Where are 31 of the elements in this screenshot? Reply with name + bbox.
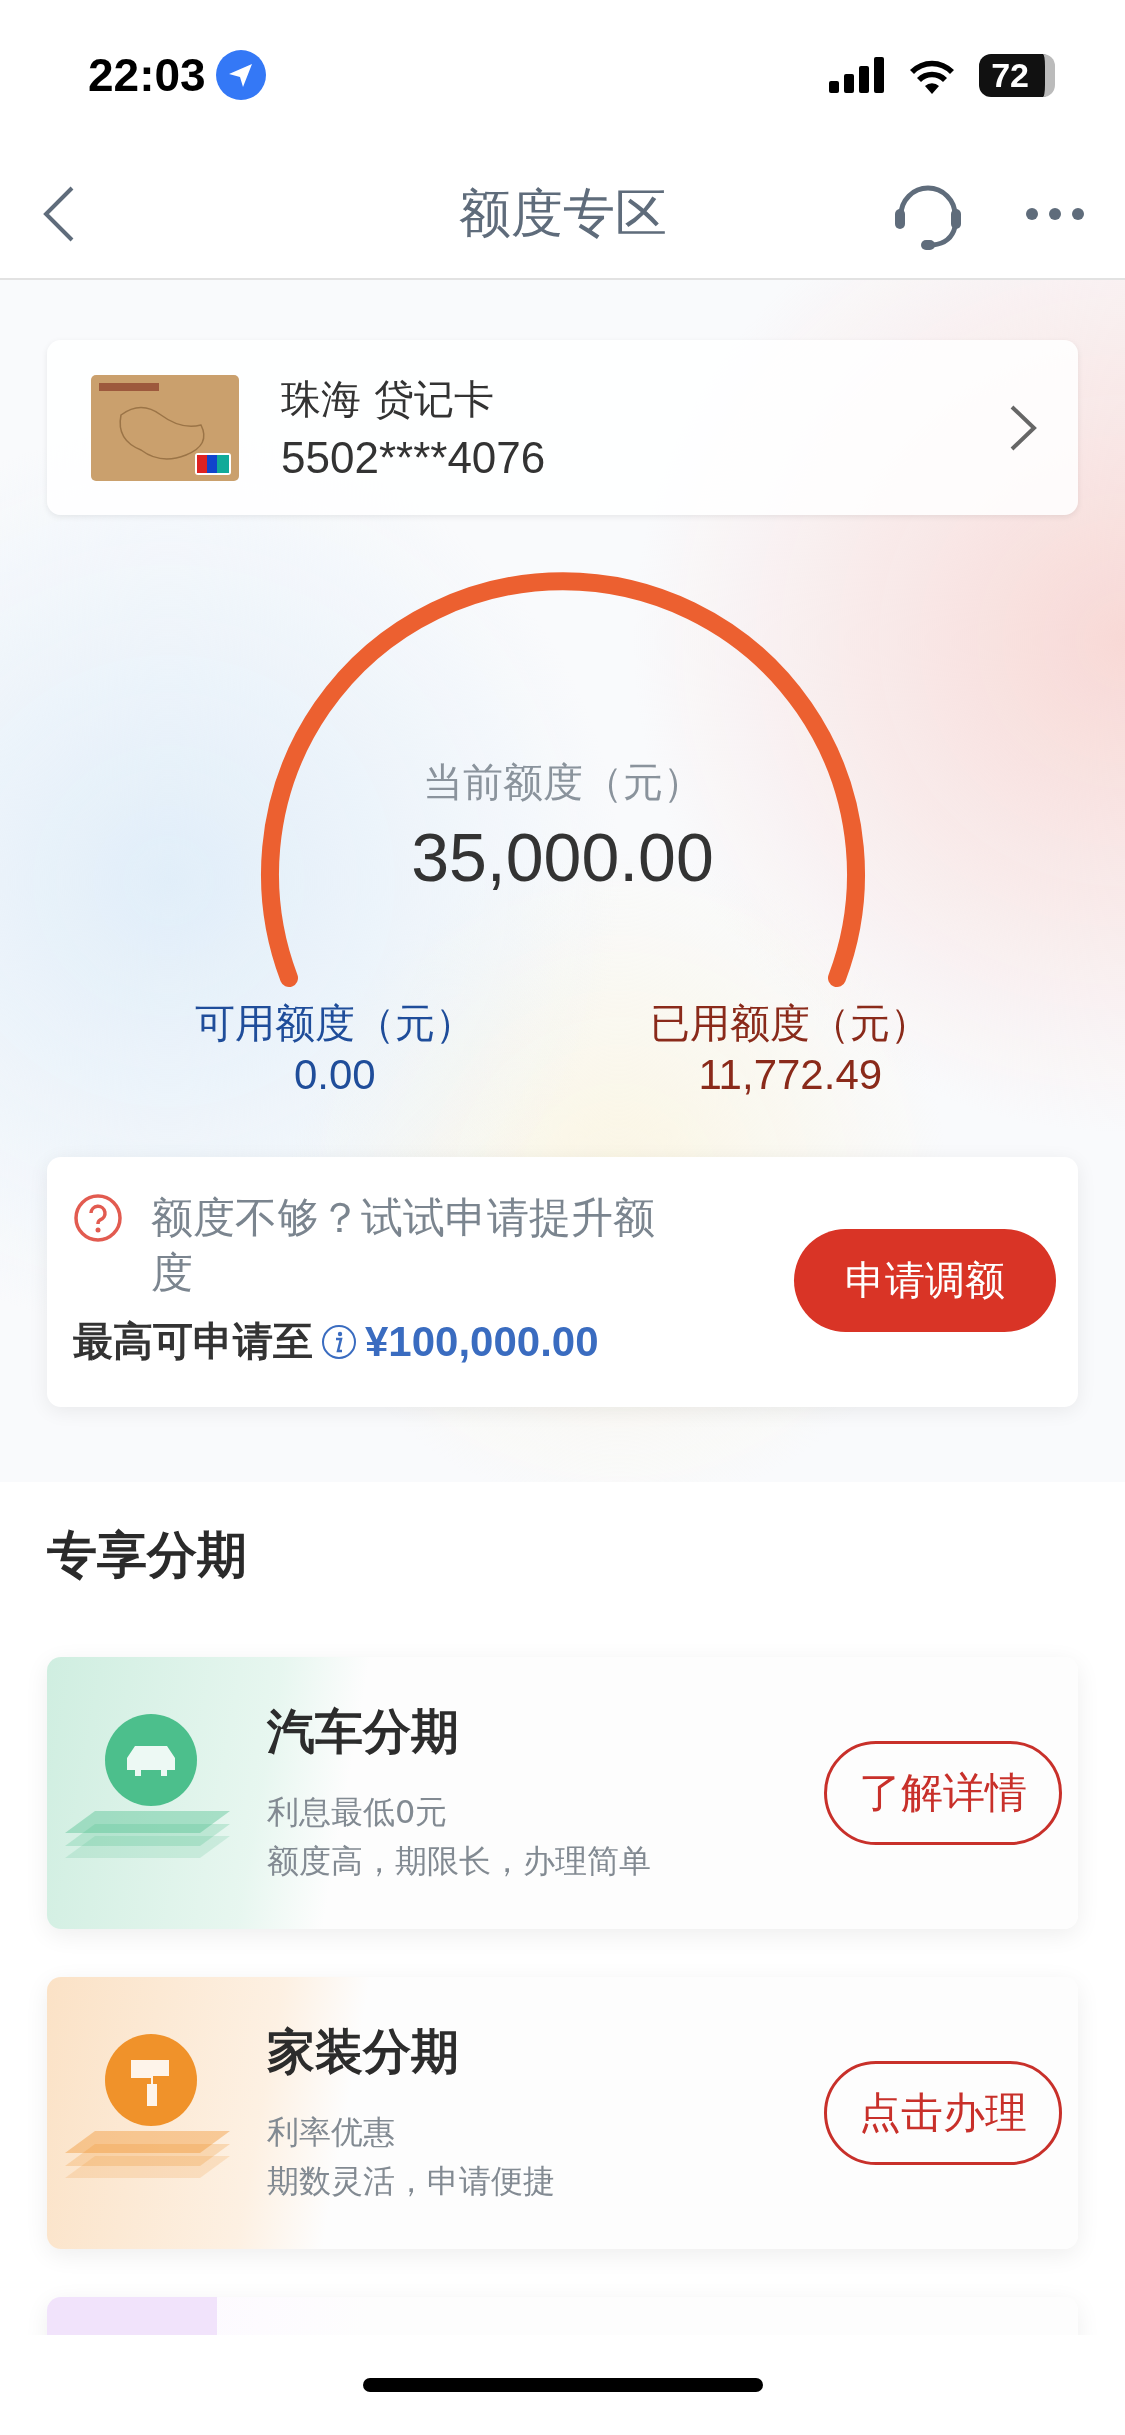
installment-title: 家装分期 bbox=[267, 2021, 460, 2081]
balance-label: 可用额度（元） bbox=[194, 999, 475, 1048]
signal-icon bbox=[829, 57, 886, 93]
card-number: 5502****4076 bbox=[281, 433, 547, 483]
page-title: 额度专区 bbox=[457, 182, 668, 245]
installment-desc: 利息最低0元 bbox=[267, 1791, 449, 1833]
limit-value: 35,000.00 bbox=[411, 818, 714, 896]
max-limit-value: ¥100,000.00 bbox=[365, 1317, 599, 1366]
installment-button[interactable]: 了解详情 bbox=[824, 1741, 1062, 1846]
limit-label: 当前额度（元） bbox=[422, 758, 703, 807]
status-time: 22:03 bbox=[88, 48, 206, 102]
installment-title: 汽车分期 bbox=[267, 1701, 460, 1761]
battery-level: 72 bbox=[979, 53, 1055, 97]
balance-value: 0.00 bbox=[293, 1051, 376, 1099]
apply-button[interactable]: 申请调额 bbox=[794, 1228, 1056, 1332]
info-icon[interactable] bbox=[321, 1323, 357, 1360]
more-icon[interactable] bbox=[1025, 207, 1085, 221]
balance-value: 11,772.49 bbox=[698, 1051, 883, 1099]
max-limit-label: 最高可申请至 bbox=[73, 1317, 313, 1367]
card-name: 珠海 贷记卡 bbox=[281, 375, 495, 424]
installment-button[interactable]: 点击办理 bbox=[824, 2061, 1062, 2166]
hint-text: 额度不够？试试申请提升额度 bbox=[151, 1192, 656, 1299]
section-title: 专享分期 bbox=[47, 1525, 248, 1587]
balance-label: 已用额度（元） bbox=[650, 999, 931, 1048]
bank-card-row[interactable]: 珠海 贷记卡 5502****4076 bbox=[47, 340, 1078, 515]
installment-desc: 利率优惠 bbox=[267, 2111, 396, 2153]
question-icon bbox=[73, 1193, 123, 1243]
location-icon bbox=[215, 50, 266, 100]
credit-card-icon bbox=[91, 374, 239, 481]
installment-desc: 额度高，期限长，办理简单 bbox=[267, 1841, 652, 1883]
installment-desc: 期数灵活，申请便捷 bbox=[267, 2161, 556, 2203]
